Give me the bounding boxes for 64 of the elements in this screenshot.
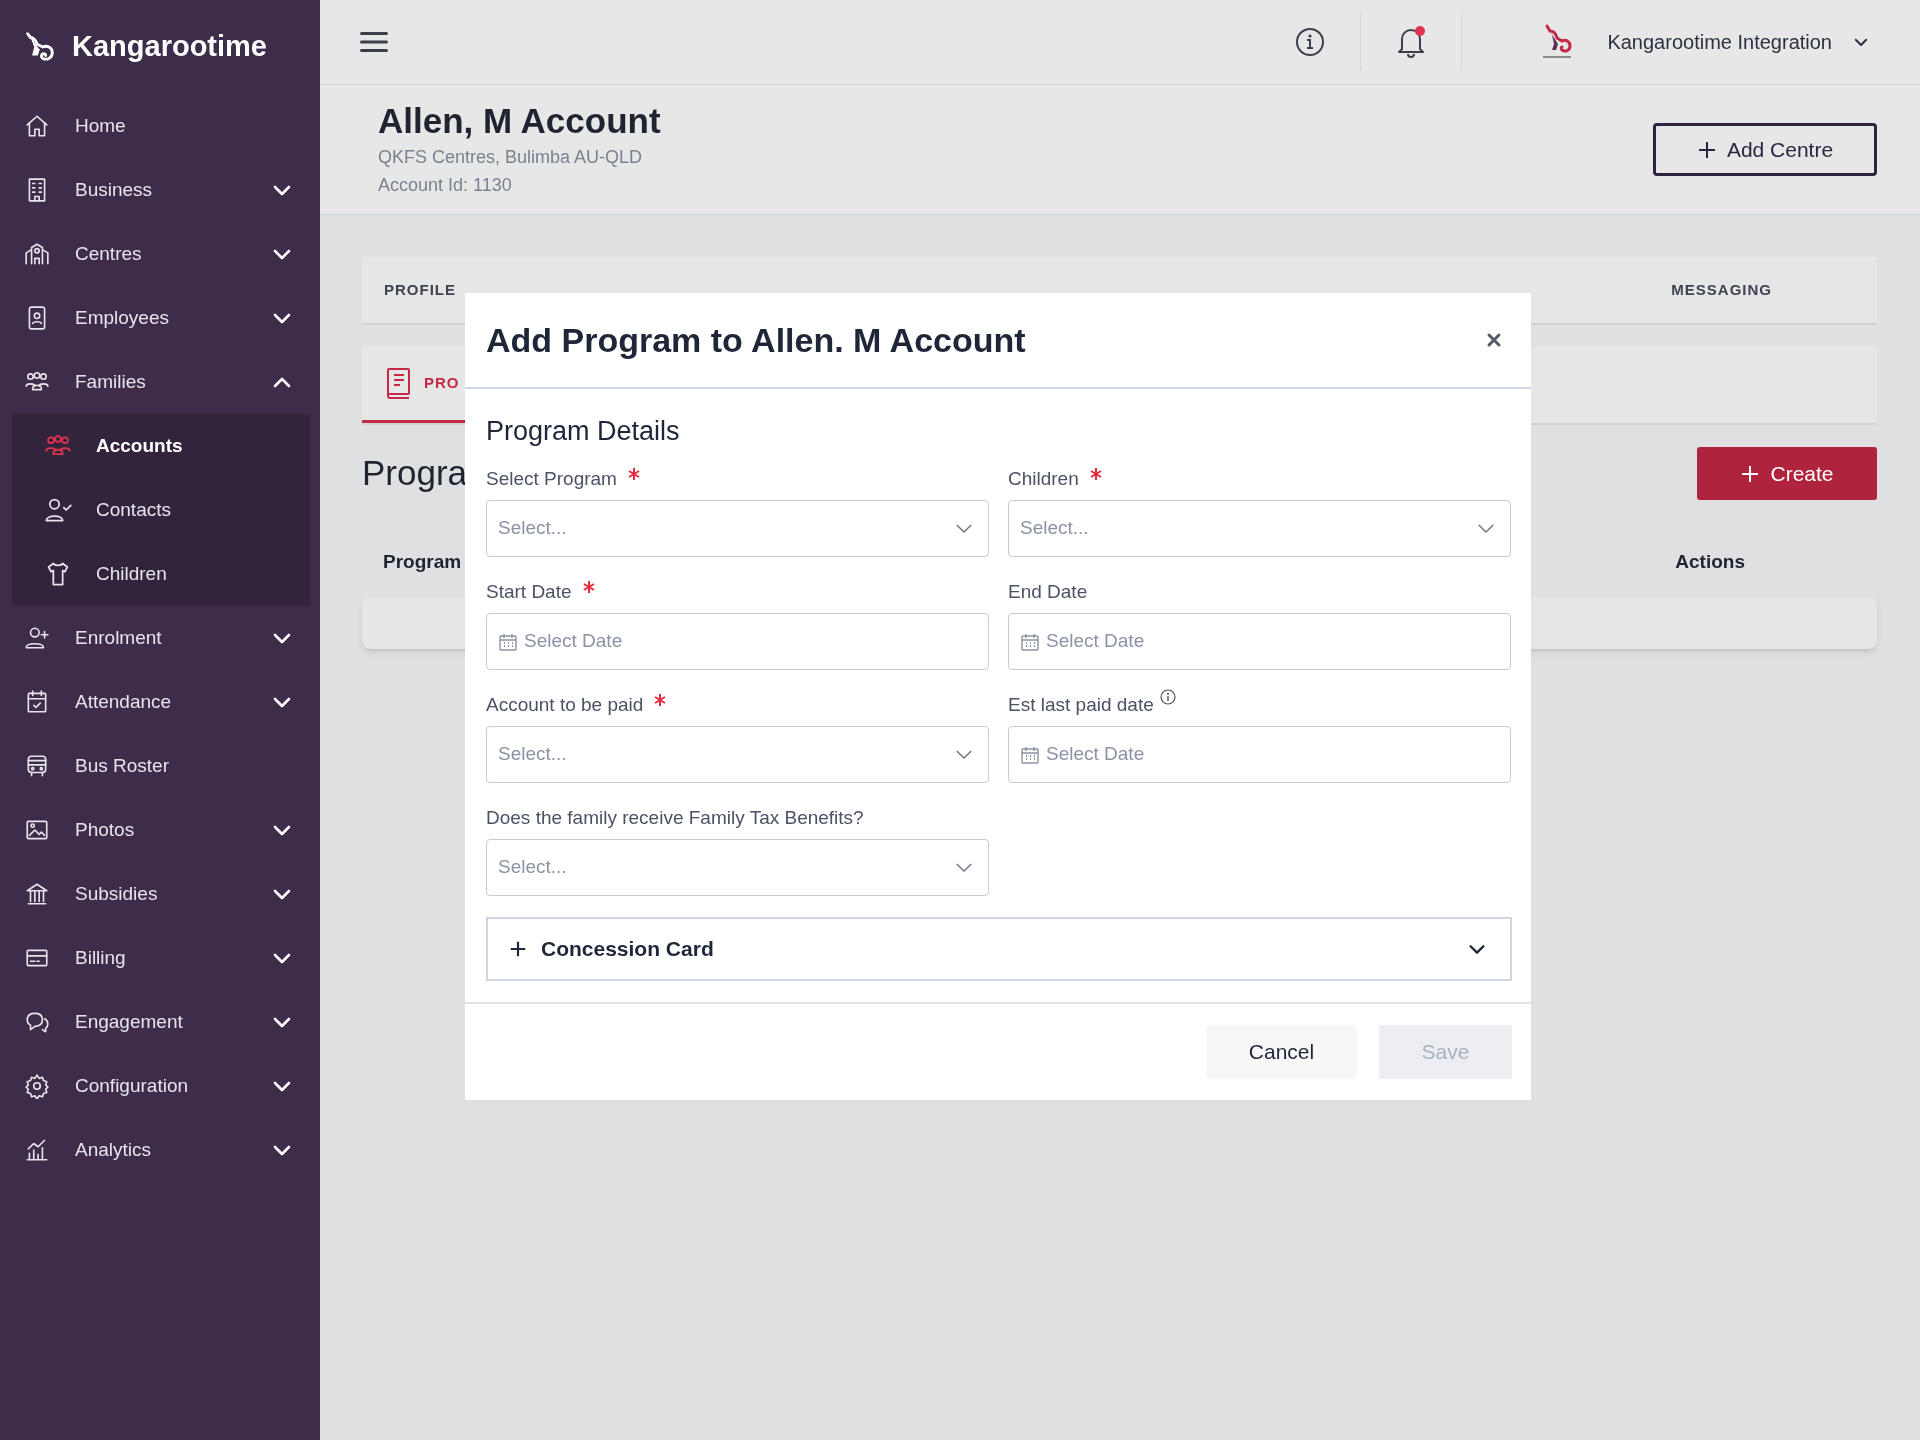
chevron-down-icon xyxy=(955,862,973,873)
sidebar-item[interactable]: Analytics xyxy=(0,1118,320,1182)
sidebar-item[interactable]: Employees xyxy=(0,286,320,350)
sidebar-item[interactable]: Attendance xyxy=(0,670,320,734)
sidebar-item[interactable]: Business xyxy=(0,158,320,222)
plus-icon xyxy=(1740,463,1761,484)
close-icon[interactable] xyxy=(1486,332,1502,348)
book-icon xyxy=(384,367,412,399)
dialog-title: Add Program to Allen. M Account xyxy=(486,319,1026,361)
concession-card-panel[interactable]: Concession Card xyxy=(486,917,1512,981)
calendar-icon xyxy=(498,631,518,652)
info-icon[interactable] xyxy=(1295,27,1326,57)
bar-chart-icon xyxy=(24,1137,50,1163)
sidebar-item[interactable]: Families xyxy=(0,350,320,414)
column-header: Actions xyxy=(1675,550,1745,574)
tab[interactable]: PROFILE xyxy=(384,257,456,323)
submenu-item[interactable]: Contacts xyxy=(12,478,310,542)
field-label: Est last paid date xyxy=(1008,693,1154,717)
field-label: Does the family receive Family Tax Benefits? xyxy=(486,806,864,830)
account-subtitle: Account Id: 1130 xyxy=(378,174,513,197)
add-centre-button[interactable]: Add Centre xyxy=(1653,123,1877,176)
sidebar-item[interactable]: Billing xyxy=(0,926,320,990)
account-subtitle: QKFS Centres, Bulimba AU-QLD xyxy=(378,146,644,169)
sidebar-item[interactable]: Bus Roster xyxy=(0,734,320,798)
submenu-item[interactable]: Accounts xyxy=(12,414,310,478)
bank-icon xyxy=(24,881,50,907)
section-title: Program Details xyxy=(486,415,681,448)
sidebar-item[interactable]: Engagement xyxy=(0,990,320,1054)
sidebar-item[interactable]: Photos xyxy=(0,798,320,862)
sidebar-item[interactable]: Subsidies xyxy=(0,862,320,926)
home-icon xyxy=(24,113,50,139)
menu-icon[interactable] xyxy=(360,30,388,54)
calendar-icon xyxy=(1020,744,1040,765)
chevron-down-icon xyxy=(955,523,973,534)
school-building-icon xyxy=(24,241,50,267)
calendar-icon xyxy=(1020,631,1040,652)
sidebar-item[interactable]: Enrolment xyxy=(0,606,320,670)
user-check-icon xyxy=(44,496,72,524)
sidebar-item[interactable]: Home xyxy=(0,94,320,158)
plus-icon xyxy=(1696,139,1717,160)
info-icon[interactable] xyxy=(1159,689,1176,705)
chevron-down-icon xyxy=(1477,523,1495,534)
sidebar-item[interactable]: Centres xyxy=(0,222,320,286)
tab[interactable]: MESSAGING xyxy=(1671,257,1772,323)
create-button[interactable]: Create xyxy=(1697,447,1877,500)
user-add-icon xyxy=(24,625,50,651)
column-header: Program xyxy=(383,550,462,574)
settings-icon xyxy=(24,1073,50,1099)
organization-switcher[interactable]: Kangarootime Integration xyxy=(1607,27,1870,57)
sidebar-item[interactable]: Configuration xyxy=(0,1054,320,1118)
field-label: Children xyxy=(1008,467,1079,491)
notification-bell-icon[interactable] xyxy=(1396,25,1427,59)
field-label: Start Date xyxy=(486,580,572,604)
field-label: Select Program xyxy=(486,467,617,491)
submenu-item[interactable]: Children xyxy=(12,542,310,606)
cancel-button[interactable]: Cancel xyxy=(1206,1025,1357,1079)
panel-title: Concession Card xyxy=(541,936,715,963)
field-label: Account to be paid xyxy=(486,693,644,717)
account-title: Allen, M Account xyxy=(378,100,661,142)
brand-name: Kangarootime xyxy=(72,29,267,65)
section-heading: Progra xyxy=(362,452,468,495)
chevron-down-icon xyxy=(955,749,973,760)
plus-icon xyxy=(509,940,527,958)
field-label: End Date xyxy=(1008,580,1088,604)
